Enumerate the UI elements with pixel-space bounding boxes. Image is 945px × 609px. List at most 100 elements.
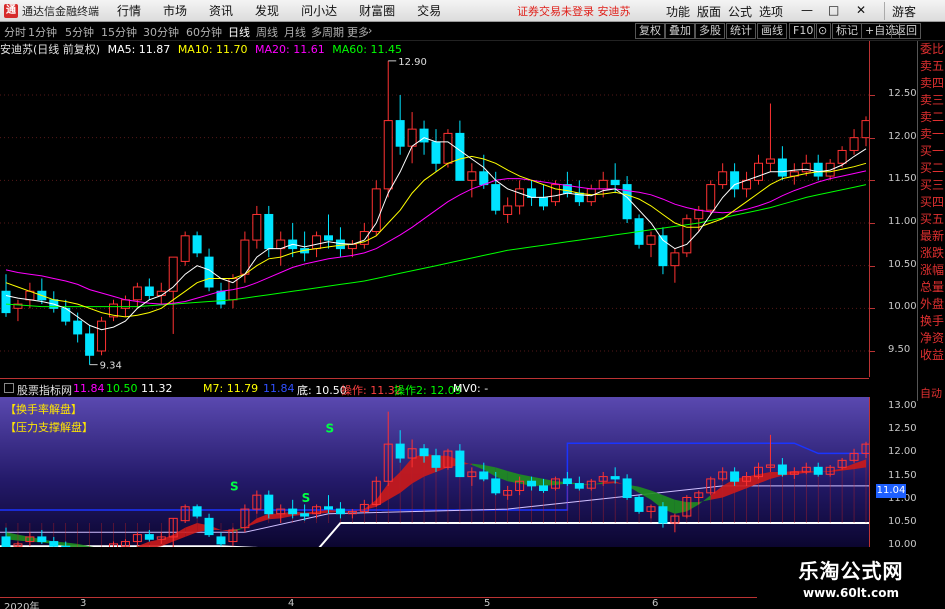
candle-body — [550, 184, 560, 203]
quote-row-10[interactable]: 买五 — [918, 211, 945, 228]
indicator-tick: 13.00 — [888, 400, 917, 411]
period-1min[interactable]: 1分钟 — [28, 24, 57, 40]
ribbon-segment — [591, 482, 604, 485]
low-label: 9.34 — [100, 361, 122, 372]
chevron-right-icon[interactable]: › — [368, 24, 372, 37]
period-monthly[interactable]: 月线 — [284, 24, 306, 40]
sub-candle-body — [539, 485, 548, 492]
close-icon[interactable]: ✕ — [856, 3, 866, 17]
price-tick-mark — [870, 95, 875, 96]
menu-item-jiaoyi[interactable]: 交易 — [417, 2, 441, 19]
quote-row-4[interactable]: 卖二 — [918, 109, 945, 126]
candle-body — [371, 188, 381, 233]
period-60min[interactable]: 60分钟 — [186, 24, 222, 40]
period-daily[interactable]: 日线 — [228, 24, 250, 40]
tag-pressure-support[interactable]: 【压力支撑解盘】 — [5, 419, 93, 435]
quote-row-15[interactable]: 外盘 — [918, 296, 945, 313]
candle-body — [610, 179, 620, 186]
menu-item-xuanxiang[interactable]: 选项 — [759, 3, 783, 20]
watermark-title: 乐淘公式网 — [798, 559, 904, 583]
tool-huaxian[interactable]: 画线 — [757, 23, 787, 39]
signal-s-marker: S — [326, 422, 335, 436]
period-15min[interactable]: 15分钟 — [101, 24, 137, 40]
menu-item-wenxiaoda[interactable]: 问小达 — [301, 2, 337, 19]
quote-row-5[interactable]: 卖一 — [918, 126, 945, 143]
watermark-url: www.60lt.com — [802, 586, 900, 600]
guest-label[interactable]: 游客 — [892, 3, 916, 20]
indicator-name[interactable]: 股票指标网 — [17, 382, 72, 398]
menu-item-zixun[interactable]: 资讯 — [209, 2, 233, 19]
quote-row-8[interactable]: 买三 — [918, 177, 945, 194]
candle-body — [467, 171, 477, 181]
menu-item-caifuquan[interactable]: 财富圈 — [359, 2, 395, 19]
tool-biaoji[interactable]: 标记 — [832, 23, 862, 39]
candle-body — [264, 213, 274, 250]
signal-s-marker: S — [230, 480, 239, 494]
quote-row-1[interactable]: 卖五 — [918, 58, 945, 75]
menu-item-hangqing[interactable]: 行情 — [117, 2, 141, 19]
quote-row-6[interactable]: 买一 — [918, 143, 945, 160]
price-tick-mark — [870, 351, 875, 352]
tool-zoom[interactable]: ⊙ — [814, 23, 832, 39]
tool-fuquan[interactable]: 复权 — [635, 23, 665, 39]
quote-row-12[interactable]: 涨跌 — [918, 245, 945, 262]
quote-row-14[interactable]: 总量 — [918, 279, 945, 296]
sub-candle-body — [300, 513, 310, 517]
sub-candle-body — [204, 517, 214, 536]
indicator-v4: 11.84 — [263, 382, 295, 395]
minimize-icon[interactable]: — — [801, 3, 813, 17]
quote-row-0[interactable]: 委比 — [918, 41, 945, 58]
candle-body — [718, 171, 728, 186]
ribbon-segment — [388, 471, 401, 500]
sub-candle-body — [658, 506, 668, 524]
period-more[interactable]: 更多 — [347, 24, 369, 40]
quote-row-18[interactable]: 收益 — [918, 347, 945, 364]
quote-row-3[interactable]: 卖三 — [918, 92, 945, 109]
period-multi[interactable]: 多周期 — [311, 24, 344, 40]
quote-row-2[interactable]: 卖四 — [918, 75, 945, 92]
candle-body — [694, 209, 704, 220]
tool-diejia[interactable]: 叠加 — [665, 23, 695, 39]
menu-item-shichang[interactable]: 市场 — [163, 2, 187, 19]
tag-turnover[interactable]: 【换手率解盘】 — [5, 401, 82, 417]
menu-item-gongneng[interactable]: 功能 — [666, 3, 690, 20]
tool-tongji[interactable]: 统计 — [726, 23, 756, 39]
period-bar: 分时 1分钟 5分钟 15分钟 30分钟 60分钟 日线 周线 月线 多周期 更… — [0, 22, 945, 41]
quote-row-11[interactable]: 最新 — [918, 228, 945, 245]
quote-row-17[interactable]: 净资 — [918, 330, 945, 347]
quote-row-13[interactable]: 涨幅 — [918, 262, 945, 279]
sub-candle-body — [324, 506, 333, 510]
sub-candle-body — [479, 471, 489, 480]
candle-body — [252, 213, 262, 241]
quote-row-7[interactable]: 买二 — [918, 160, 945, 177]
quote-row-9[interactable]: 买四 — [918, 194, 945, 211]
price-axis: 12.50 12.00 11.50 11.00 10.50 10.00 9.50 — [869, 41, 917, 377]
auto-toggle[interactable]: 自动 — [918, 385, 945, 401]
login-status[interactable]: 证券交易未登录 安迪苏 — [517, 3, 631, 19]
indicator-chart[interactable]: S S S 【换手率解盘】 【压力支撑解盘】 — [0, 397, 869, 547]
quote-panel: 委比 卖五 卖四 卖三 卖二 卖一 买一 买二 买三 买四 买五 最新 涨跌 涨幅 总量 外盘 换手 净资 收益 自… — [917, 41, 945, 401]
period-fenshi[interactable]: 分时 — [4, 24, 26, 40]
time-label-4: 4 — [288, 598, 295, 609]
kline-chart[interactable]: 12.90 9.34 — [0, 55, 877, 377]
period-weekly[interactable]: 周线 — [256, 24, 278, 40]
menu-item-gongshi[interactable]: 公式 — [728, 3, 752, 20]
watermark: 乐淘公式网 www.60lt.com — [757, 549, 945, 609]
indicator-mv: MV0: - — [453, 382, 489, 395]
period-30min[interactable]: 30分钟 — [143, 24, 179, 40]
current-value-badge: 11.04 — [876, 484, 906, 498]
sub-candle-body — [37, 536, 47, 543]
price-tick-mark — [870, 180, 875, 182]
period-5min[interactable]: 5分钟 — [65, 24, 94, 40]
maximize-icon[interactable]: □ — [828, 3, 839, 17]
candle-body — [443, 132, 453, 164]
sub-candle-body — [455, 450, 465, 478]
price-tick-mark — [870, 137, 875, 139]
tool-fanhui[interactable]: 返回 — [891, 23, 921, 39]
quote-row-16[interactable]: 换手 — [918, 313, 945, 330]
price-tick: 12.00 — [888, 130, 917, 142]
menu-item-banmian[interactable]: 版面 — [697, 3, 721, 20]
menu-item-faxian[interactable]: 发现 — [255, 2, 279, 19]
tool-duogu[interactable]: 多股 — [695, 23, 725, 39]
indicator-box-icon[interactable] — [4, 383, 14, 393]
